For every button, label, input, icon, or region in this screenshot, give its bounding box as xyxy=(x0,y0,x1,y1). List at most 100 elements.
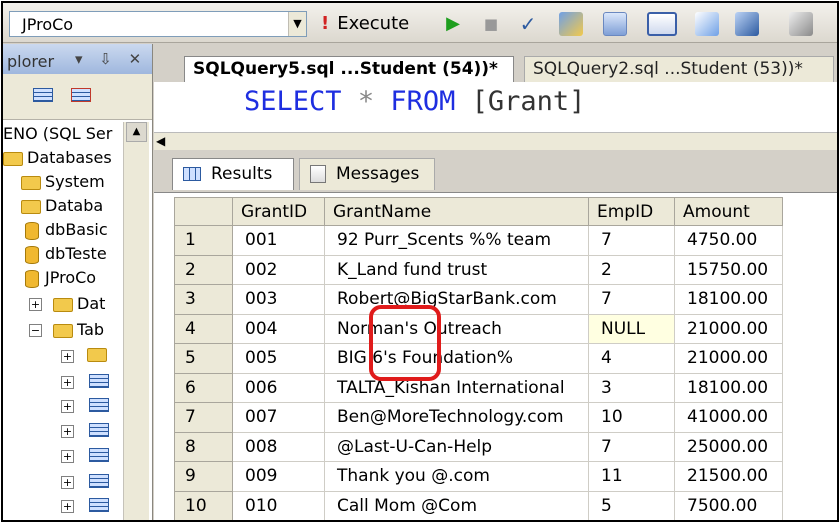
cell-grantid[interactable]: 008 xyxy=(232,431,325,462)
cell-amount[interactable]: 4750.00 xyxy=(674,225,783,256)
table-icon[interactable] xyxy=(89,423,109,437)
row-number-cell[interactable]: 2 xyxy=(174,254,233,285)
column-header-empid[interactable]: EmpID xyxy=(588,197,675,226)
cell-empid[interactable]: 2 xyxy=(588,254,675,285)
table-row[interactable]: 4 004 Norman's Outreach NULL 21000.00 xyxy=(174,313,783,344)
expand-icon[interactable]: + xyxy=(61,400,74,413)
expand-icon[interactable]: + xyxy=(61,376,74,389)
cell-grantid[interactable]: 002 xyxy=(232,254,325,285)
row-number-cell[interactable]: 3 xyxy=(174,284,233,315)
editor-hscrollbar[interactable]: ◀ xyxy=(154,132,837,150)
cell-grantid[interactable]: 010 xyxy=(232,490,325,520)
cell-grantname[interactable]: K_Land fund trust xyxy=(324,254,589,285)
column-header-grantid[interactable]: GrantID xyxy=(232,197,325,226)
table-row[interactable]: 6 006 TALTA_Kishan International 3 18100.00 xyxy=(174,372,783,403)
column-header-amount[interactable]: Amount xyxy=(674,197,783,226)
scroll-left-icon[interactable]: ◀ xyxy=(156,134,172,149)
stop-icon[interactable]: ■ xyxy=(481,13,501,35)
cell-amount[interactable]: 21000.00 xyxy=(674,343,783,374)
cell-grantname[interactable]: Norman's Outreach xyxy=(324,313,589,344)
tab-sqlquery2[interactable]: SQLQuery2.sql ...Student (53))* xyxy=(524,56,834,82)
cell-grantid[interactable]: 004 xyxy=(232,313,325,344)
table-icon[interactable] xyxy=(89,374,109,388)
table-row[interactable]: 10 010 Call Mom @Com 5 7500.00 xyxy=(174,490,783,520)
cell-grantname[interactable]: Thank you @.com xyxy=(324,461,589,492)
cell-amount[interactable]: 41000.00 xyxy=(674,402,783,433)
debug-play-icon[interactable]: ▶ xyxy=(443,13,463,35)
template-explorer-icon[interactable] xyxy=(789,12,813,36)
cell-grantname[interactable]: Ben@MoreTechnology.com xyxy=(324,402,589,433)
table-row[interactable]: 1 001 92 Purr_Scents %% team 7 4750.00 xyxy=(174,225,783,256)
tree-node-diagrams[interactable]: Dat xyxy=(53,294,105,318)
connect-icon[interactable] xyxy=(33,88,53,102)
cell-grantname[interactable]: TALTA_Kishan International xyxy=(324,372,589,403)
table-row[interactable]: 8 008 @Last-U-Can-Help 7 25000.00 xyxy=(174,431,783,462)
parse-check-icon[interactable]: ✓ xyxy=(517,13,539,35)
row-number-cell[interactable]: 4 xyxy=(174,313,233,344)
cell-grantname[interactable]: 92 Purr_Scents %% team xyxy=(324,225,589,256)
tree-node-dbbasics[interactable]: dbBasic xyxy=(25,220,108,244)
cell-amount[interactable]: 15750.00 xyxy=(674,254,783,285)
tree-node-databases[interactable]: Databases xyxy=(3,148,112,172)
tree-node-tables[interactable]: Tab xyxy=(53,320,104,344)
cell-grantname[interactable]: Call Mom @Com xyxy=(324,490,589,520)
folder-icon[interactable] xyxy=(87,348,107,362)
cell-amount[interactable]: 7500.00 xyxy=(674,490,783,520)
row-number-cell[interactable]: 10 xyxy=(174,490,233,520)
expand-icon[interactable]: + xyxy=(61,500,74,513)
row-number-cell[interactable]: 7 xyxy=(174,402,233,433)
table-row[interactable]: 2 002 K_Land fund trust 2 15750.00 xyxy=(174,254,783,285)
query-options-icon[interactable] xyxy=(603,12,627,36)
cell-grantid[interactable]: 005 xyxy=(232,343,325,374)
tab-messages[interactable]: Messages xyxy=(299,158,435,190)
row-number-cell[interactable]: 6 xyxy=(174,372,233,403)
cell-grantid[interactable]: 007 xyxy=(232,402,325,433)
tree-server-node[interactable]: ENO (SQL Ser xyxy=(3,124,112,148)
pane-controls[interactable]: ▾ ⇩ ✕ xyxy=(75,50,147,68)
cell-amount[interactable]: 18100.00 xyxy=(674,284,783,315)
expand-icon[interactable]: + xyxy=(61,425,74,438)
cell-amount[interactable]: 21000.00 xyxy=(674,313,783,344)
row-number-cell[interactable]: 8 xyxy=(174,431,233,462)
row-number-cell[interactable]: 9 xyxy=(174,461,233,492)
execute-button[interactable]: ! Execute xyxy=(321,13,429,35)
cell-empid[interactable]: 7 xyxy=(588,225,675,256)
disconnect-icon[interactable] xyxy=(71,88,91,102)
cell-grantid[interactable]: 003 xyxy=(232,284,325,315)
cell-grantid[interactable]: 009 xyxy=(232,461,325,492)
cell-amount[interactable]: 21500.00 xyxy=(674,461,783,492)
table-icon[interactable] xyxy=(89,448,109,462)
tree-node-system[interactable]: System xyxy=(21,172,105,196)
table-row[interactable]: 7 007 Ben@MoreTechnology.com 10 41000.00 xyxy=(174,402,783,433)
cell-grantid[interactable]: 001 xyxy=(232,225,325,256)
scroll-up-icon[interactable]: ▲ xyxy=(126,122,147,142)
cell-grantname[interactable]: @Last-U-Can-Help xyxy=(324,431,589,462)
cell-grantname[interactable]: Robert@BigStarBank.com xyxy=(324,284,589,315)
cell-amount[interactable]: 25000.00 xyxy=(674,431,783,462)
cell-grantname[interactable]: BIG 6's Foundation% xyxy=(324,343,589,374)
cell-empid[interactable]: 4 xyxy=(588,343,675,374)
cell-empid[interactable]: 7 xyxy=(588,431,675,462)
cell-empid[interactable]: 10 xyxy=(588,402,675,433)
table-icon[interactable] xyxy=(89,474,109,488)
column-header-grantname[interactable]: GrantName xyxy=(324,197,589,226)
cell-empid[interactable]: NULL xyxy=(588,313,675,344)
results-to-grid-icon[interactable] xyxy=(647,12,677,36)
row-number-cell[interactable]: 5 xyxy=(174,343,233,374)
tree-node-jproco[interactable]: JProCo xyxy=(25,268,96,292)
expand-icon[interactable]: + xyxy=(29,298,42,311)
cell-empid[interactable]: 11 xyxy=(588,461,675,492)
table-row[interactable]: 3 003 Robert@BigStarBank.com 7 18100.00 xyxy=(174,284,783,315)
cell-empid[interactable]: 3 xyxy=(588,372,675,403)
database-select[interactable]: JProCo ▼ xyxy=(9,11,307,37)
row-number-cell[interactable]: 1 xyxy=(174,225,233,256)
tab-results[interactable]: Results xyxy=(172,158,294,190)
cell-empid[interactable]: 7 xyxy=(588,284,675,315)
explorer-scrollbar[interactable]: ▲ xyxy=(123,122,149,520)
expand-icon[interactable]: + xyxy=(61,350,74,363)
cell-amount[interactable]: 18100.00 xyxy=(674,372,783,403)
tree-node-dbtester[interactable]: dbTeste xyxy=(25,244,107,268)
expand-icon[interactable]: + xyxy=(61,476,74,489)
tree-node-snapshots[interactable]: Databa xyxy=(21,196,103,220)
table-row[interactable]: 5 005 BIG 6's Foundation% 4 21000.00 xyxy=(174,343,783,374)
